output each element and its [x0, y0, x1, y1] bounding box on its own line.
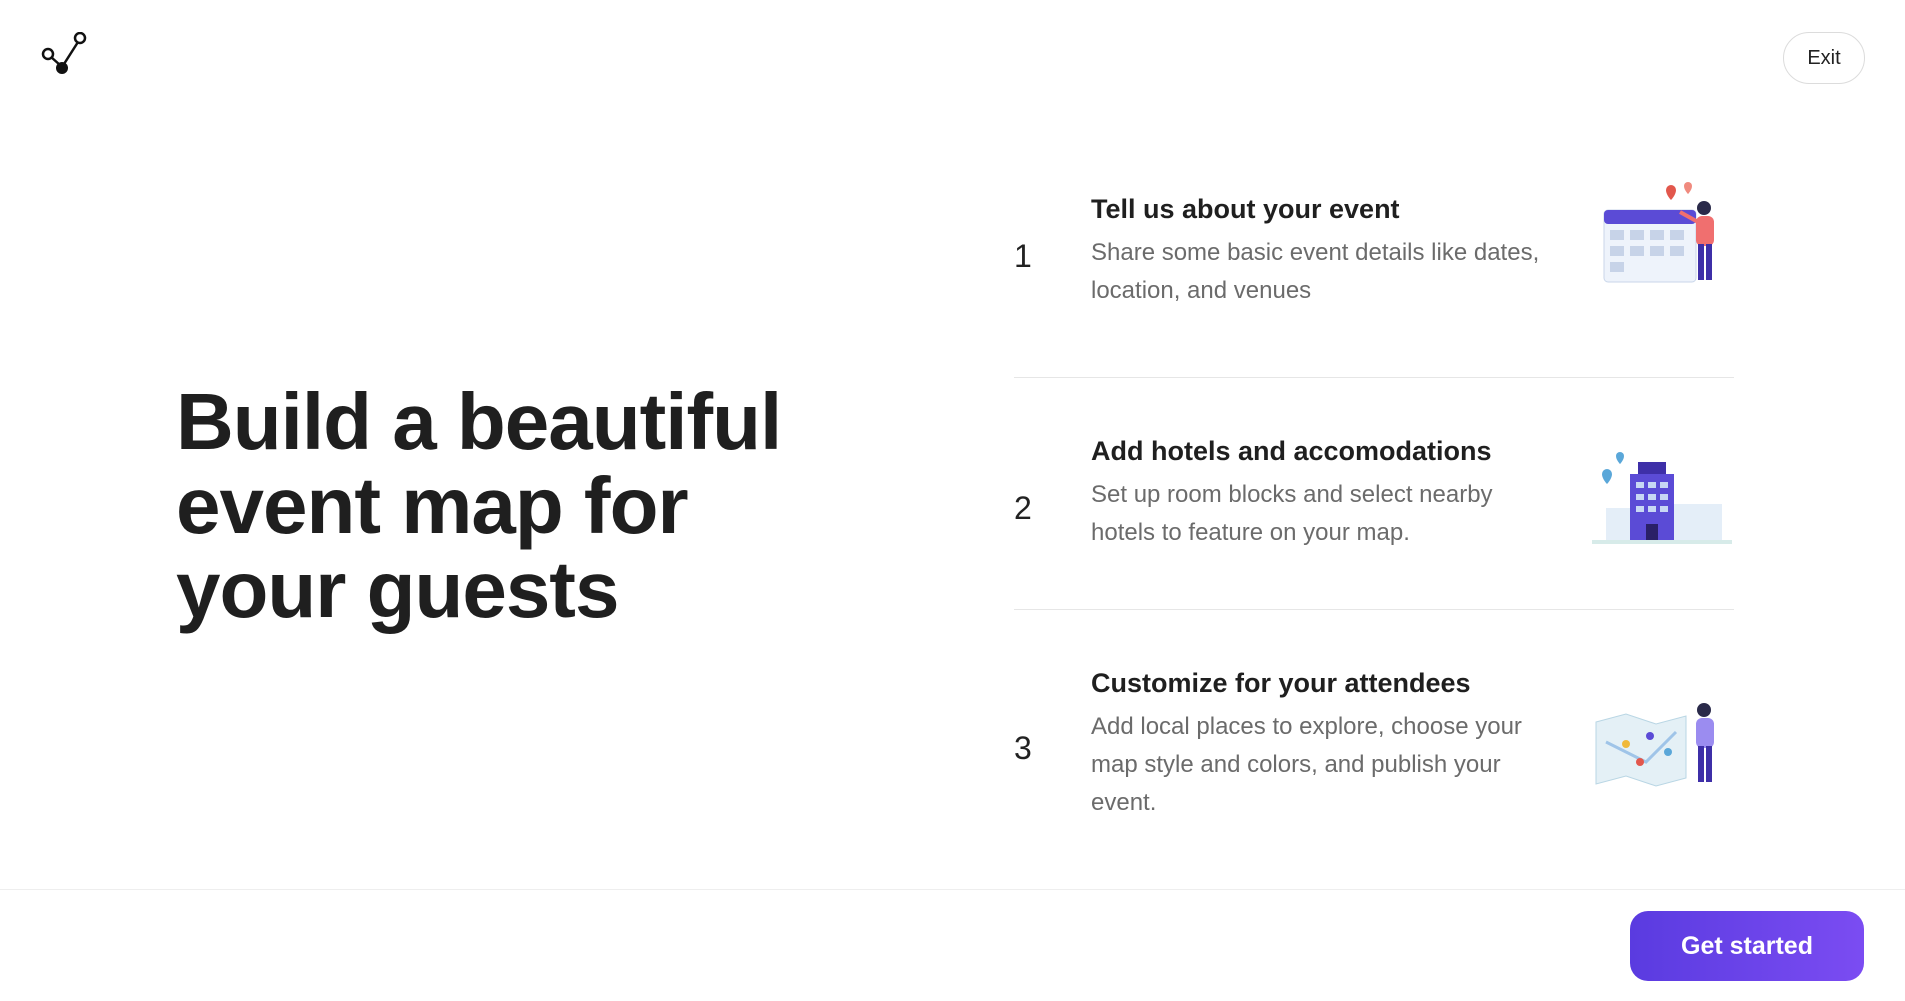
step-title: Add hotels and accomodations	[1091, 436, 1492, 466]
headline-line-2: event map for	[176, 461, 689, 550]
logo-icon[interactable]	[40, 32, 92, 84]
step-item-1: 1 Tell us about your event Share some ba…	[1014, 162, 1734, 378]
footer-divider	[0, 889, 1905, 890]
step-title: Customize for your attendees	[1091, 668, 1471, 698]
step-title: Tell us about your event	[1091, 194, 1400, 224]
step-number: 2	[1014, 490, 1032, 526]
step-number: 1	[1014, 238, 1032, 274]
headline-line-1: Build a beautiful	[176, 377, 782, 466]
page-headline: Build a beautiful event map for your gue…	[176, 380, 816, 632]
steps-list: 1 Tell us about your event Share some ba…	[1014, 162, 1734, 870]
step-description: Share some basic event details like date…	[1091, 239, 1540, 304]
hotel-illustration-icon	[1592, 452, 1732, 544]
step-description: Set up room blocks and select nearby hot…	[1091, 481, 1493, 546]
get-started-button[interactable]: Get started	[1630, 911, 1864, 981]
map-illustration-icon	[1595, 703, 1714, 787]
headline-line-3: your guests	[176, 545, 619, 634]
calendar-illustration-icon	[1603, 182, 1714, 283]
step-number: 3	[1014, 730, 1032, 766]
step-item-3: 3 Customize for your attendees Add local…	[1014, 610, 1734, 870]
exit-button[interactable]: Exit	[1783, 32, 1865, 84]
step-item-2: 2 Add hotels and accomodations Set up ro…	[1014, 378, 1734, 610]
onboarding-page: Exit Build a beautiful event map for you…	[0, 0, 1905, 1001]
step-description: Add local places to explore, choose your…	[1091, 713, 1522, 816]
